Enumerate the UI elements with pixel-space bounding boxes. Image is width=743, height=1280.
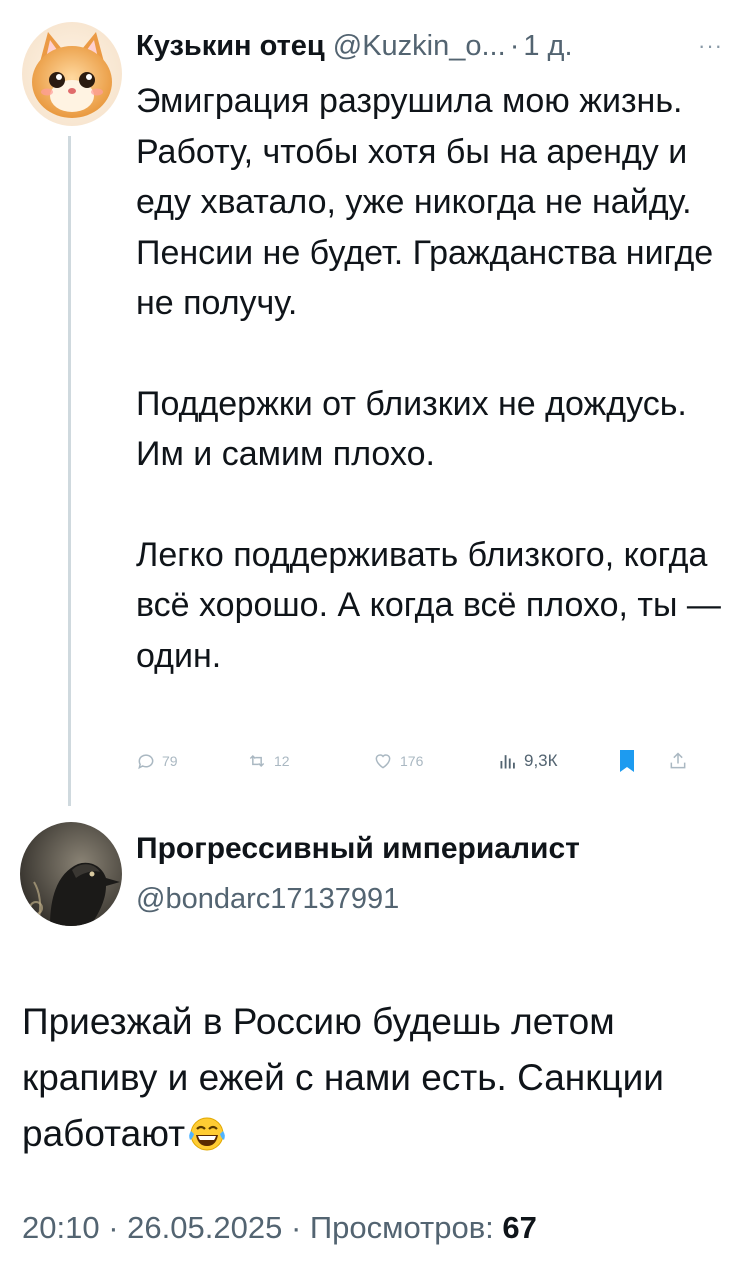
views-icon [500,755,515,769]
reply-button[interactable]: 79 [136,751,246,771]
tweet-date[interactable]: 26.05.2025 [127,1210,282,1245]
raven-avatar-icon [20,822,122,926]
laughing-emoji-icon [187,1112,227,1168]
reply-icon [138,754,154,770]
author-handle[interactable]: @Kuzkin_o... [333,30,506,63]
tweet-text-content: Приезжай в Россию будешь летом крапиву и… [22,1001,664,1154]
author-name[interactable]: Кузькин отец [136,30,325,63]
views-button[interactable]: 9,3К [498,751,618,771]
author-avatar[interactable] [22,22,122,126]
bookmark-button[interactable] [618,749,668,773]
repost-button[interactable]: 12 [246,751,372,771]
repost-count: 12 [274,753,290,769]
views-count: 9,3К [524,751,558,770]
tweet-text: Приезжай в Россию будешь летом крапиву и… [22,994,722,1168]
tweet-header: Кузькин отец @Kuzkin_o... · 1 д. ··· [136,26,723,66]
author-name[interactable]: Прогрессивный империалист [136,832,580,866]
like-count: 176 [400,753,424,769]
kitten-avatar-icon [22,22,122,126]
views-count: 67 [502,1210,537,1245]
repost-icon [249,754,265,768]
share-button[interactable] [668,750,688,772]
share-icon [670,752,686,769]
author-avatar[interactable] [20,822,122,926]
tweet-meta: 20:10 · 26.05.2025 · Просмотров: 67 [22,1210,537,1246]
time-ago[interactable]: 1 д. [523,30,572,63]
thread-connector-line [68,136,71,806]
bookmark-icon [620,750,634,772]
separator-dot: · [108,1210,119,1245]
tweet-actions-bar: 79 12 176 9,3К [136,744,711,778]
tweet-text: Эмиграция разрушила мою жизнь. Работу, ч… [136,76,726,681]
more-options-icon[interactable]: ··· [698,33,723,59]
author-handle[interactable]: @bondarc17137991 [136,883,399,916]
separator-dot: · [509,29,520,62]
tweet-paragraph: Эмиграция разрушила мою жизнь. Работу, ч… [136,82,714,322]
tweet-paragraph: Поддержки от близких не дождусь. Им и са… [136,384,687,474]
like-icon [375,754,391,769]
tweet-paragraph: Легко поддерживать близкого, когда всё х… [136,535,721,675]
views-label: Просмотров: [309,1210,494,1245]
like-button[interactable]: 176 [372,751,498,771]
reply-count: 79 [162,753,178,769]
tweet-time[interactable]: 20:10 [22,1210,100,1245]
separator-dot: · [290,1210,302,1245]
